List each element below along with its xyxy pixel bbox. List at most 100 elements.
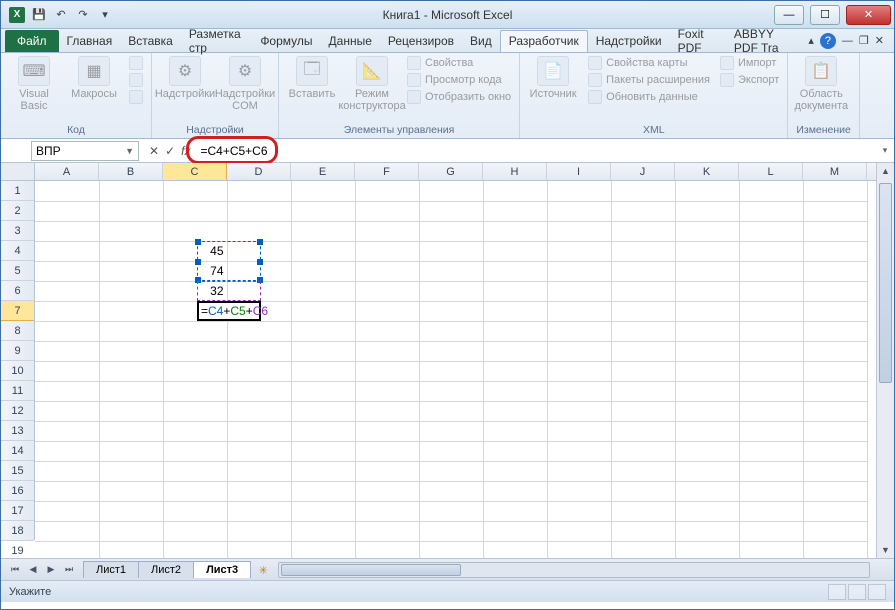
cell-I9[interactable] (547, 341, 611, 361)
cell-B15[interactable] (99, 461, 163, 481)
cell-B17[interactable] (99, 501, 163, 521)
cell-K4[interactable] (675, 241, 739, 261)
cell-A4[interactable] (35, 241, 99, 261)
cell-B7[interactable] (99, 301, 163, 321)
cell-G13[interactable] (419, 421, 483, 441)
cell-K3[interactable] (675, 221, 739, 241)
cell-G8[interactable] (419, 321, 483, 341)
cell-C17[interactable] (163, 501, 227, 521)
cell-E7[interactable] (291, 301, 355, 321)
cell-H15[interactable] (483, 461, 547, 481)
cell-J14[interactable] (611, 441, 675, 461)
insert-function-button[interactable]: fx (181, 144, 190, 158)
cell-E12[interactable] (291, 401, 355, 421)
cell-L3[interactable] (739, 221, 803, 241)
tab-data[interactable]: Данные (321, 30, 380, 52)
row-header-13[interactable]: 13 (1, 421, 34, 441)
cell-J6[interactable] (611, 281, 675, 301)
cell-L9[interactable] (739, 341, 803, 361)
row-header-14[interactable]: 14 (1, 441, 34, 461)
cell-M3[interactable] (803, 221, 867, 241)
hscroll-thumb[interactable] (281, 564, 461, 576)
cell-M12[interactable] (803, 401, 867, 421)
cell-H8[interactable] (483, 321, 547, 341)
maximize-button[interactable]: ☐ (810, 5, 840, 25)
cell-B9[interactable] (99, 341, 163, 361)
cell-I17[interactable] (547, 501, 611, 521)
tab-addins[interactable]: Надстройки (588, 30, 670, 52)
document-region-button[interactable]: 📋Область документа (796, 56, 846, 112)
col-header-H[interactable]: H (483, 163, 547, 180)
cell-M17[interactable] (803, 501, 867, 521)
tab-insert[interactable]: Вставка (120, 30, 181, 52)
cell-D6[interactable] (227, 281, 291, 301)
cell-E11[interactable] (291, 381, 355, 401)
horizontal-scrollbar[interactable] (278, 562, 870, 578)
cell-J7[interactable] (611, 301, 675, 321)
cell-C12[interactable] (163, 401, 227, 421)
cell-C18[interactable] (163, 521, 227, 541)
sheet-tab-2[interactable]: Лист2 (138, 561, 194, 578)
sheet-nav-next[interactable]: ▶ (43, 562, 59, 578)
col-header-A[interactable]: A (35, 163, 99, 180)
cell-K6[interactable] (675, 281, 739, 301)
row-header-15[interactable]: 15 (1, 461, 34, 481)
cell-B2[interactable] (99, 201, 163, 221)
cell-B10[interactable] (99, 361, 163, 381)
cell-E4[interactable] (291, 241, 355, 261)
cell-H14[interactable] (483, 441, 547, 461)
cell-F5[interactable] (355, 261, 419, 281)
cell-D8[interactable] (227, 321, 291, 341)
cell-L14[interactable] (739, 441, 803, 461)
cell-L7[interactable] (739, 301, 803, 321)
cell-G3[interactable] (419, 221, 483, 241)
cell-J10[interactable] (611, 361, 675, 381)
xml-source-button[interactable]: 📄Источник (528, 56, 578, 100)
cell-C10[interactable] (163, 361, 227, 381)
cell-A7[interactable] (35, 301, 99, 321)
cells-area[interactable]: 457432 =C4+C5+C6 (35, 181, 876, 540)
design-mode-button[interactable]: 📐Режим конструктора (347, 56, 397, 112)
refresh-data-button[interactable]: Обновить данные (588, 90, 710, 104)
workbook-restore-icon[interactable]: ❐ (859, 34, 869, 47)
cell-D17[interactable] (227, 501, 291, 521)
cell-K5[interactable] (675, 261, 739, 281)
cell-J4[interactable] (611, 241, 675, 261)
tab-formulas[interactable]: Формулы (252, 30, 320, 52)
cell-E1[interactable] (291, 181, 355, 201)
row-header-4[interactable]: 4 (1, 241, 34, 261)
cell-M10[interactable] (803, 361, 867, 381)
cell-B18[interactable] (99, 521, 163, 541)
cell-D12[interactable] (227, 401, 291, 421)
row-header-11[interactable]: 11 (1, 381, 34, 401)
col-header-I[interactable]: I (547, 163, 611, 180)
cell-A5[interactable] (35, 261, 99, 281)
macros-button[interactable]: ▦Макросы (69, 56, 119, 100)
cell-I8[interactable] (547, 321, 611, 341)
active-cell-editor[interactable]: =C4+C5+C6 (197, 301, 261, 321)
redo-icon[interactable]: ↷ (73, 5, 93, 25)
cell-E5[interactable] (291, 261, 355, 281)
select-all-corner[interactable] (1, 163, 35, 181)
cell-M18[interactable] (803, 521, 867, 541)
cell-M6[interactable] (803, 281, 867, 301)
cell-M16[interactable] (803, 481, 867, 501)
cell-I10[interactable] (547, 361, 611, 381)
cell-G9[interactable] (419, 341, 483, 361)
cell-L8[interactable] (739, 321, 803, 341)
row-header-18[interactable]: 18 (1, 521, 34, 541)
cell-E2[interactable] (291, 201, 355, 221)
col-header-K[interactable]: K (675, 163, 739, 180)
cell-K11[interactable] (675, 381, 739, 401)
cell-A2[interactable] (35, 201, 99, 221)
row-header-2[interactable]: 2 (1, 201, 34, 221)
cell-F7[interactable] (355, 301, 419, 321)
row-header-8[interactable]: 8 (1, 321, 34, 341)
cell-L6[interactable] (739, 281, 803, 301)
cell-B1[interactable] (99, 181, 163, 201)
cell-D10[interactable] (227, 361, 291, 381)
undo-icon[interactable]: ↶ (51, 5, 71, 25)
col-header-C[interactable]: C (163, 163, 227, 180)
cell-M13[interactable] (803, 421, 867, 441)
formula-bar-expand-icon[interactable]: ▾ (876, 145, 894, 156)
